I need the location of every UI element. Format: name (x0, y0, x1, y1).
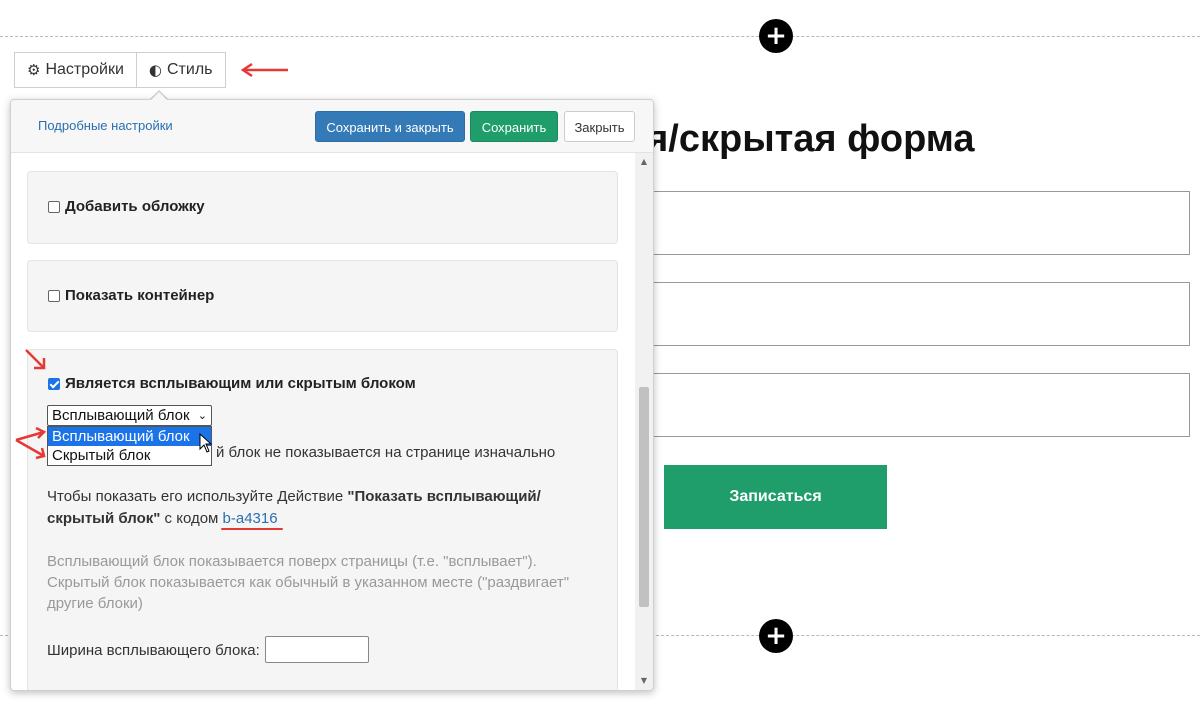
form-field-1[interactable] (560, 191, 1190, 255)
panel-header: Подробные настройки Сохранить и закрыть … (11, 100, 653, 153)
form-field-3[interactable] (560, 373, 1190, 437)
scroll-up-icon[interactable]: ▲ (635, 155, 653, 169)
panel-scrollbar[interactable]: ▲ ▼ (635, 153, 653, 690)
annotation-underline (221, 528, 283, 530)
editor-tabs: ⚙ Настройки ◐ Стиль (14, 52, 226, 88)
width-label: Ширина всплывающего блока: (47, 642, 260, 659)
submit-button[interactable]: Записаться (664, 465, 887, 529)
add-block-icon[interactable]: + (759, 619, 793, 653)
instruction-line-2: скрытый блок" с кодом b-a4316 (47, 510, 278, 527)
hint-line-2: Скрытый блок показывается как обычный в … (47, 574, 570, 591)
action-name-part2: скрытый блок" (47, 510, 161, 527)
annotation-arrow-checkbox (25, 349, 46, 370)
cursor-icon (199, 433, 213, 453)
section-divider-top (0, 36, 1200, 37)
block-code[interactable]: b-a4316 (223, 510, 278, 527)
popup-block-option[interactable]: Является всплывающим или скрытым блоком (48, 375, 416, 392)
advanced-settings-link[interactable]: Подробные настройки (38, 118, 173, 133)
block-type-note: й блок не показывается на странице изнач… (216, 444, 556, 461)
block-type-dropdown: Всплывающий блок Скрытый блок (47, 426, 212, 466)
panel-caret-inner (150, 92, 168, 101)
close-button[interactable]: Закрыть (564, 111, 635, 142)
popup-width-input[interactable] (265, 636, 369, 663)
block-type-selected: Всплывающий блок (52, 407, 190, 424)
hint-line-1: Всплывающий блок показывается поверх стр… (47, 553, 537, 570)
add-cover-checkbox[interactable] (48, 200, 60, 213)
panel-body: Добавить обложку Показать контейнер Явля… (11, 153, 635, 690)
option-hidden-block[interactable]: Скрытый блок (48, 446, 211, 465)
instruction-line-1: Чтобы показать его используйте Действие … (47, 488, 541, 505)
scroll-down-icon[interactable]: ▼ (635, 674, 653, 688)
form-field-2[interactable] (560, 282, 1190, 346)
popup-block-label: Является всплывающим или скрытым блоком (65, 375, 416, 392)
action-name-part1: "Показать всплывающий/ (347, 488, 541, 505)
annotation-arrow-options (15, 426, 47, 460)
instruction-prefix: Чтобы показать его используйте Действие (47, 488, 348, 505)
tab-style-label: Стиль (167, 61, 213, 78)
chevron-down-icon: ⌄ (197, 409, 207, 422)
instruction-mid: с кодом (160, 510, 223, 527)
annotation-arrow-tab (240, 62, 288, 78)
block-type-select[interactable]: Всплывающий блок ⌄ (47, 405, 212, 426)
save-and-close-button[interactable]: Сохранить и закрыть (315, 111, 465, 142)
show-container-label: Показать контейнер (65, 287, 215, 304)
option-popup-block[interactable]: Всплывающий блок (48, 427, 211, 446)
tab-settings-label: Настройки (45, 61, 124, 78)
card-show-container: Показать контейнер (27, 260, 618, 332)
save-button[interactable]: Сохранить (470, 111, 558, 142)
settings-panel: Подробные настройки Сохранить и закрыть … (10, 99, 654, 691)
add-cover-label: Добавить обложку (65, 198, 205, 215)
show-container-checkbox[interactable] (48, 289, 60, 302)
show-container-option[interactable]: Показать контейнер (48, 287, 214, 304)
contrast-icon: ◐ (148, 61, 162, 79)
tab-settings[interactable]: ⚙ Настройки (14, 52, 137, 88)
popup-block-checkbox[interactable] (48, 377, 60, 390)
add-cover-option[interactable]: Добавить обложку (48, 198, 205, 215)
add-block-icon[interactable]: + (759, 19, 793, 53)
scrollbar-thumb[interactable] (639, 387, 649, 607)
gear-icon: ⚙ (27, 61, 41, 79)
tab-style[interactable]: ◐ Стиль (136, 52, 226, 88)
card-add-cover: Добавить обложку (27, 171, 618, 244)
hint-line-3: другие блоки) (47, 595, 143, 612)
